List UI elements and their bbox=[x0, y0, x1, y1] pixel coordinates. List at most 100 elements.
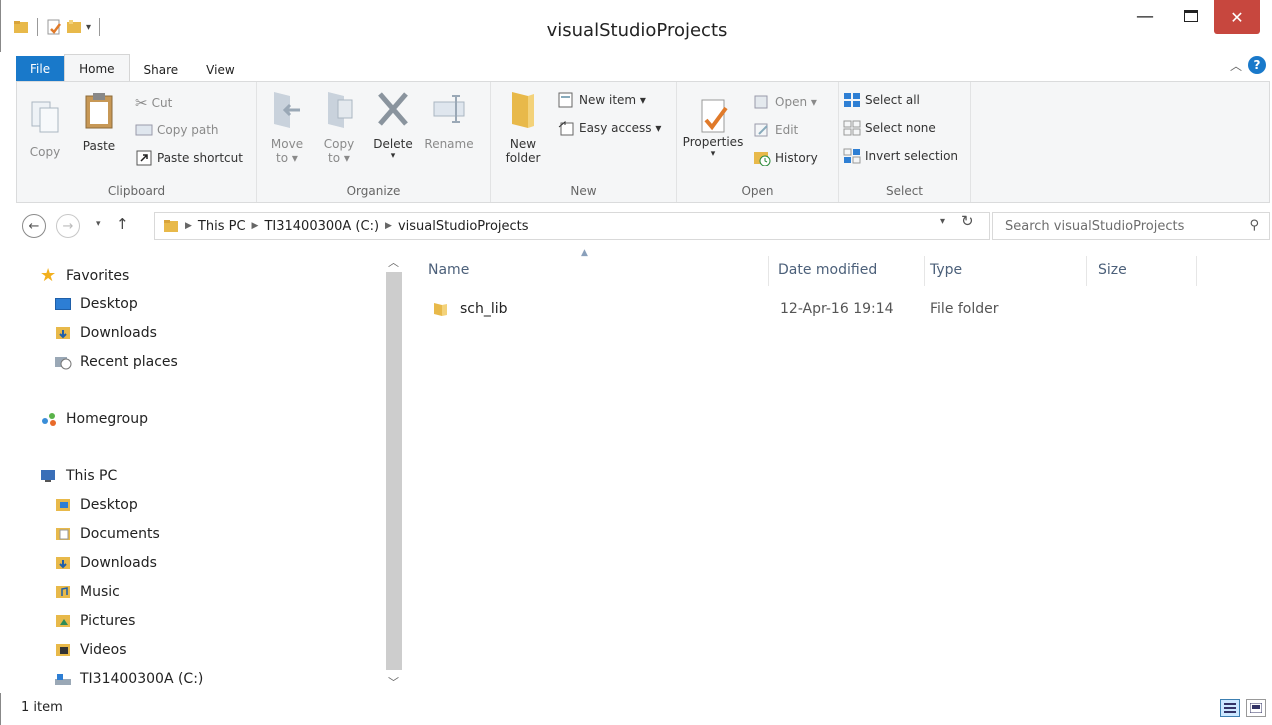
collapse-ribbon-icon[interactable]: ︿ bbox=[1230, 57, 1242, 74]
navigation-bar: ← → ▾ ↑ ▶ This PC ▶ TI31400300A (C:) ▶ v… bbox=[16, 210, 1270, 242]
star-icon: ★ bbox=[40, 265, 57, 286]
nav-pc-downloads[interactable]: Downloads bbox=[54, 555, 157, 571]
tab-home[interactable]: Home bbox=[64, 54, 130, 82]
nav-pc-videos[interactable]: Videos bbox=[54, 642, 127, 658]
new-item-button[interactable]: New item ▾ bbox=[557, 92, 646, 108]
tab-file[interactable]: File bbox=[16, 56, 65, 82]
new-folder-button[interactable]: New folder bbox=[501, 88, 545, 165]
copy-button[interactable]: Copy bbox=[25, 96, 65, 159]
desktop-icon bbox=[55, 298, 71, 310]
nav-fav-recent-places[interactable]: Recent places bbox=[54, 354, 178, 370]
scissors-icon: ✂ bbox=[135, 94, 148, 112]
breadcrumb-this-pc[interactable]: This PC bbox=[198, 219, 246, 234]
copy-to-icon bbox=[328, 92, 353, 128]
scroll-thumb[interactable] bbox=[386, 272, 402, 670]
select-group: Select all Select none Invert selection … bbox=[839, 82, 971, 202]
nav-homegroup[interactable]: Homegroup bbox=[40, 411, 148, 427]
rename-button[interactable]: Rename bbox=[423, 88, 475, 151]
paste-button[interactable]: Paste bbox=[77, 90, 121, 153]
status-bar: 1 item bbox=[0, 693, 1272, 725]
address-dropdown-icon[interactable]: ▾ bbox=[940, 216, 945, 230]
rename-icon bbox=[433, 95, 465, 123]
move-to-button[interactable]: Move to ▾ bbox=[265, 88, 309, 165]
nav-pc-desktop[interactable]: Desktop bbox=[54, 497, 138, 513]
breadcrumb-separator[interactable]: ▶ bbox=[385, 221, 392, 231]
large-icons-view-button[interactable] bbox=[1246, 699, 1266, 717]
column-header-type[interactable]: Type bbox=[930, 262, 962, 278]
column-divider[interactable] bbox=[1086, 256, 1087, 286]
paste-icon bbox=[85, 93, 113, 129]
easy-access-button[interactable]: Easy access ▾ bbox=[557, 120, 661, 136]
minimize-button[interactable]: — bbox=[1122, 0, 1168, 32]
column-header-size[interactable]: Size bbox=[1098, 262, 1127, 278]
recent-locations-icon[interactable]: ▾ bbox=[96, 219, 101, 229]
search-icon[interactable]: ⚲ bbox=[1249, 218, 1259, 233]
column-header-name[interactable]: Name bbox=[428, 262, 469, 278]
properties-button[interactable]: Properties ▾ bbox=[681, 96, 745, 159]
delete-button[interactable]: Delete ▾ bbox=[369, 88, 417, 161]
details-view-button[interactable] bbox=[1220, 699, 1240, 717]
arrow-right-icon: → bbox=[62, 218, 74, 234]
nav-favorites[interactable]: ★ Favorites bbox=[40, 265, 129, 286]
copy-to-button[interactable]: Copy to ▾ bbox=[317, 88, 361, 165]
history-icon bbox=[754, 152, 771, 166]
paste-shortcut-button[interactable]: Paste shortcut bbox=[135, 150, 243, 166]
nav-pc-drive-c[interactable]: TI31400300A (C:) bbox=[54, 671, 203, 687]
nav-fav-desktop[interactable]: Desktop bbox=[54, 296, 138, 312]
downloads-icon bbox=[56, 327, 70, 339]
invert-selection-button[interactable]: Invert selection bbox=[843, 148, 958, 164]
refresh-icon[interactable]: ↻ bbox=[961, 212, 974, 230]
nav-pane-scrollbar[interactable]: ︿ ﹀ bbox=[384, 250, 404, 693]
tab-share[interactable]: Share bbox=[130, 58, 193, 82]
select-none-button[interactable]: Select none bbox=[843, 120, 936, 136]
tab-view[interactable]: View bbox=[192, 58, 248, 82]
breadcrumb-separator[interactable]: ▶ bbox=[252, 221, 259, 231]
breadcrumb-current[interactable]: visualStudioProjects bbox=[398, 219, 529, 234]
breadcrumb-separator[interactable]: ▶ bbox=[185, 221, 192, 231]
breadcrumb-drive[interactable]: TI31400300A (C:) bbox=[264, 219, 379, 234]
back-button[interactable]: ← bbox=[22, 214, 46, 238]
nav-pc-music[interactable]: Music bbox=[54, 584, 120, 600]
new-item-icon bbox=[558, 92, 573, 108]
navigation-pane: ★ Favorites Desktop Downloads Recent plac… bbox=[16, 250, 408, 693]
column-divider[interactable] bbox=[924, 256, 925, 286]
address-controls: ▾ ↻ bbox=[940, 212, 974, 230]
sort-ascending-icon: ▲ bbox=[581, 248, 588, 258]
scroll-up-icon[interactable]: ︿ bbox=[388, 254, 399, 270]
title-bar: ▾ visualStudioProjects — ✕ bbox=[0, 0, 1272, 52]
shortcut-icon bbox=[136, 150, 152, 166]
nav-pc-pictures[interactable]: Pictures bbox=[54, 613, 135, 629]
select-all-button[interactable]: Select all bbox=[843, 92, 920, 108]
edit-button[interactable]: Edit bbox=[753, 122, 798, 138]
nav-this-pc[interactable]: This PC bbox=[40, 468, 117, 484]
nav-fav-downloads[interactable]: Downloads bbox=[54, 325, 157, 341]
documents-icon bbox=[56, 528, 70, 540]
maximize-button[interactable] bbox=[1168, 0, 1214, 32]
scroll-down-icon[interactable]: ﹀ bbox=[388, 674, 399, 690]
column-divider[interactable] bbox=[768, 256, 769, 286]
history-button[interactable]: History bbox=[753, 150, 818, 166]
address-bar[interactable]: ▶ This PC ▶ TI31400300A (C:) ▶ visualStu… bbox=[154, 212, 990, 240]
ribbon-controls: ︿ ? bbox=[1230, 56, 1266, 74]
nav-pc-documents[interactable]: Documents bbox=[54, 526, 160, 542]
open-button[interactable]: Open ▾ bbox=[753, 94, 817, 110]
folder-icon bbox=[434, 303, 447, 316]
cut-button[interactable]: ✂ Cut bbox=[135, 94, 172, 112]
computer-icon bbox=[41, 470, 55, 482]
copy-path-button[interactable]: Copy path bbox=[135, 122, 219, 138]
column-divider[interactable] bbox=[1196, 256, 1197, 286]
help-icon[interactable]: ? bbox=[1248, 56, 1266, 74]
clipboard-label: Clipboard bbox=[107, 184, 166, 198]
search-box[interactable]: Search visualStudioProjects ⚲ bbox=[992, 212, 1270, 240]
new-group: New folder New item ▾ Easy access ▾ New bbox=[491, 82, 677, 202]
details-view-icon bbox=[1224, 703, 1236, 713]
close-button[interactable]: ✕ bbox=[1214, 0, 1260, 34]
table-row[interactable]: sch_lib 12-Apr-16 19:14 File folder bbox=[426, 298, 1266, 322]
up-icon[interactable]: ↑ bbox=[116, 215, 129, 233]
open-icon bbox=[754, 95, 768, 109]
column-header-date-modified[interactable]: Date modified bbox=[778, 262, 877, 278]
forward-button[interactable]: → bbox=[56, 214, 80, 238]
invert-selection-icon bbox=[843, 148, 861, 164]
file-name: sch_lib bbox=[460, 301, 508, 317]
pictures-icon bbox=[56, 615, 70, 627]
